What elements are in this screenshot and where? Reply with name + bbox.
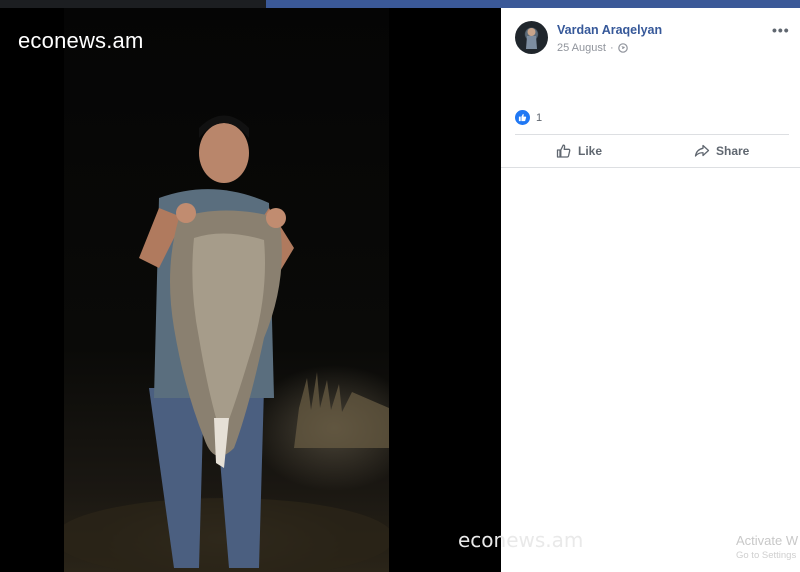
author-name[interactable]: Vardan Araqelyan (557, 23, 662, 37)
thumbs-up-icon (556, 144, 571, 158)
avatar-image (526, 28, 537, 49)
post-sidebar: Vardan Araqelyan 25 August · ••• 1 Like (501, 8, 800, 572)
post-meta: 25 August · (557, 42, 628, 54)
photo-viewer[interactable]: econews.am (0, 8, 501, 572)
watermark-top: econews.am (18, 28, 144, 53)
like-reaction-icon (515, 110, 530, 125)
activation-line-2: Go to Settings (736, 550, 797, 561)
photo-content (64, 115, 389, 572)
avatar[interactable] (515, 21, 548, 54)
date-separator: · (609, 42, 614, 54)
post-date[interactable]: 25 August (557, 42, 606, 54)
like-label: Like (578, 144, 603, 158)
top-header-strip (0, 0, 800, 8)
facebook-header-bar (266, 0, 800, 8)
divider (501, 167, 800, 168)
share-arrow-icon (694, 144, 710, 157)
share-label: Share (716, 144, 750, 158)
reaction-count: 1 (536, 111, 543, 124)
activation-line-1: Activate W (736, 533, 799, 548)
reactions-summary[interactable]: 1 (515, 110, 542, 125)
more-options-icon[interactable]: ••• (772, 22, 790, 38)
like-button[interactable]: Like (556, 136, 602, 166)
share-button[interactable]: Share (694, 136, 749, 166)
post-photo[interactable] (64, 8, 389, 572)
watermark-bottom: econews.am (458, 528, 584, 552)
windows-activation-notice: Activate W Go to Settings (736, 533, 798, 563)
divider (515, 134, 789, 135)
globe-icon (617, 43, 628, 53)
post-actions: Like Share (501, 136, 800, 166)
